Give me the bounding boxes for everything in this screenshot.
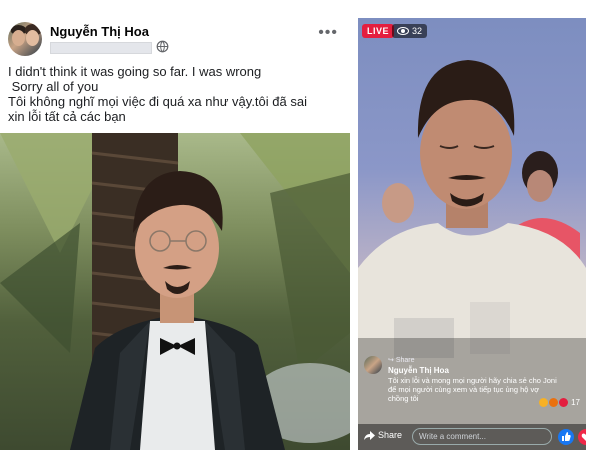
- post-header: Nguyễn Thị Hoa •••: [8, 22, 342, 62]
- portrait-illustration: [0, 133, 350, 450]
- angry-reaction-icon: [559, 398, 569, 407]
- share-small-icon: ↪: [388, 357, 396, 364]
- facebook-post: Nguyễn Thị Hoa ••• I didn't think it was…: [0, 0, 350, 450]
- post-text: I didn't think it was going so far. I wa…: [8, 64, 338, 124]
- live-badge: LIVE: [362, 24, 395, 38]
- eye-icon: [397, 27, 409, 35]
- live-video[interactable]: LIVE 32 ↪ Share Nguyễn Thị Hoa Tôi xin l…: [358, 18, 586, 450]
- author-name[interactable]: Nguyễn Thị Hoa: [50, 24, 149, 39]
- heart-icon: [581, 433, 586, 441]
- commenter-name[interactable]: Nguyễn Thị Hoa: [388, 366, 449, 375]
- comment-share-label: ↪ Share: [388, 356, 415, 364]
- comment-input[interactable]: [412, 428, 552, 445]
- redacted-timestamp: [50, 42, 152, 54]
- wow-reaction-icon: [539, 398, 549, 407]
- comment-share-text: Share: [395, 357, 415, 364]
- commenter-avatar[interactable]: [364, 356, 382, 374]
- thumbs-up-icon: [562, 432, 571, 441]
- live-action-bar: Share: [358, 424, 586, 450]
- post-text-line: xin lỗi tất cả các bạn: [8, 109, 126, 124]
- live-comment: ↪ Share Nguyễn Thị Hoa Tôi xin lỗi và mo…: [364, 356, 580, 424]
- post-text-line: I didn't think it was going so far. I wa…: [8, 64, 262, 79]
- more-options-icon[interactable]: •••: [318, 24, 338, 42]
- comment-text: Tôi xin lỗi và mong mọi người hãy chia s…: [388, 376, 557, 403]
- sad-reaction-icon: [549, 398, 559, 407]
- viewer-count: 32: [392, 24, 428, 38]
- heart-button[interactable]: [578, 429, 586, 445]
- post-text-line: Sorry all of you: [8, 79, 99, 94]
- share-label: Share: [378, 430, 403, 440]
- share-button[interactable]: Share: [364, 430, 402, 440]
- viewer-count-value: 32: [412, 26, 423, 36]
- share-icon: [364, 430, 375, 440]
- like-button[interactable]: [558, 429, 574, 445]
- reaction-count: 17: [571, 398, 580, 407]
- comment-reactions[interactable]: 17: [539, 398, 580, 407]
- author-avatar[interactable]: [8, 22, 42, 56]
- post-text-line: Tôi không nghĩ mọi việc đi quá xa như vậ…: [8, 94, 307, 109]
- globe-icon: [156, 40, 169, 53]
- post-photo[interactable]: [0, 133, 350, 450]
